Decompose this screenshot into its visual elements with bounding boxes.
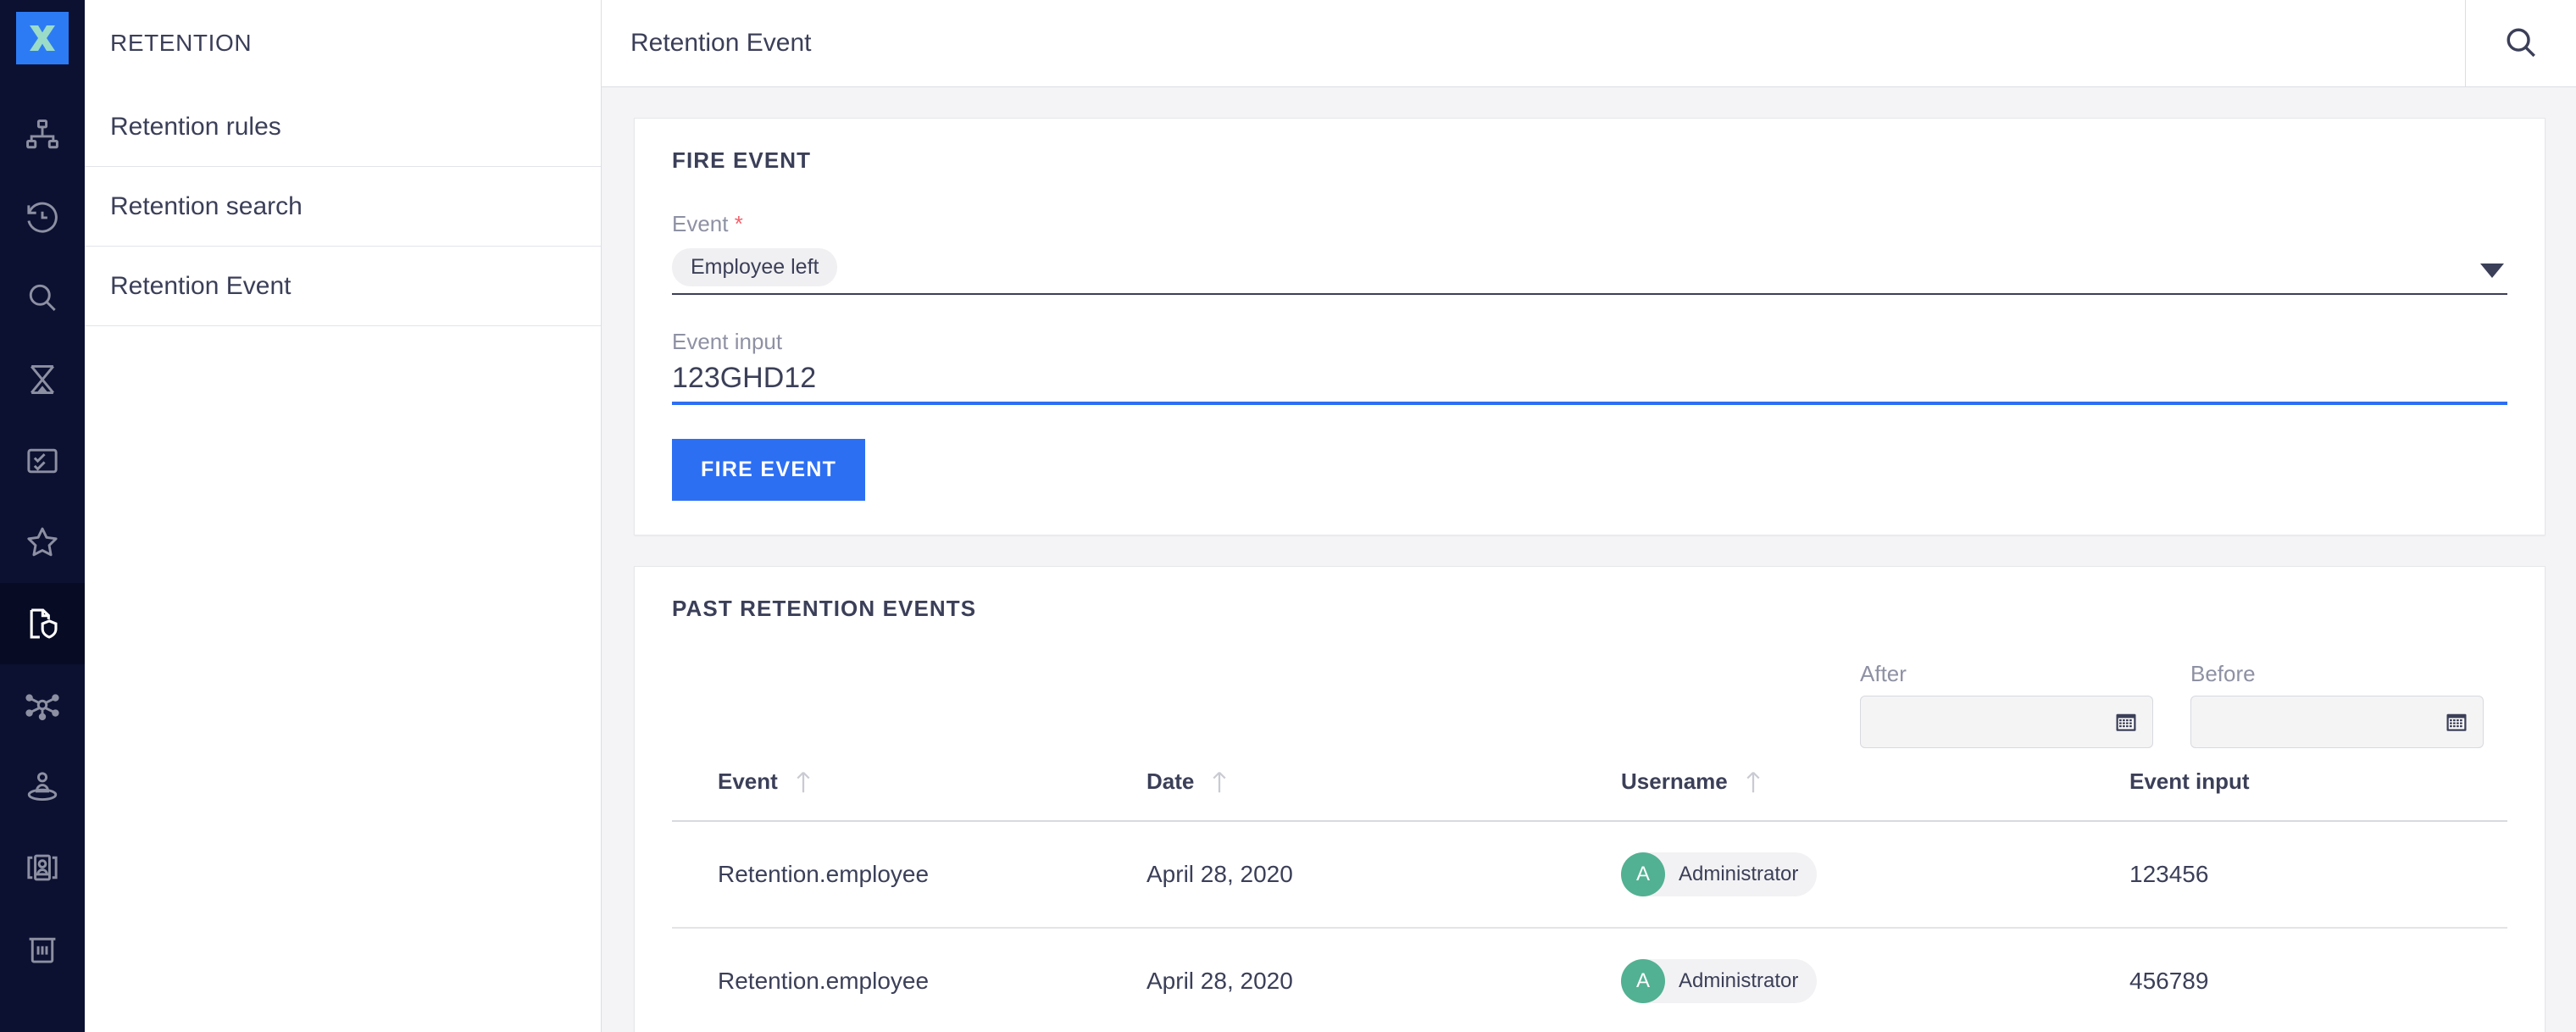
- before-date-input[interactable]: [2190, 696, 2484, 748]
- user-chip: A Administrator: [1621, 959, 1818, 1003]
- avatar: A: [1621, 959, 1665, 1003]
- username-label: Administrator: [1679, 969, 1799, 992]
- x-logo-icon: [30, 25, 55, 51]
- column-label: Date: [1146, 768, 1195, 794]
- trash-icon: [29, 937, 56, 963]
- table-body: Retention.employee April 28, 2020 A Admi…: [672, 821, 2507, 1032]
- history-clock-icon: [27, 202, 58, 233]
- event-input-field[interactable]: [672, 360, 2507, 405]
- cell-event-input: 456789: [2129, 928, 2507, 1032]
- subnav-title: RETENTION: [110, 30, 253, 56]
- rail-item-search[interactable]: [0, 258, 85, 339]
- date-filters: After Before: [672, 661, 2507, 748]
- sidebar-item-label: Retention Event: [110, 271, 291, 300]
- calendar-icon: [2446, 713, 2467, 731]
- fire-event-card: FIRE EVENT Event * Employee left Event i…: [634, 118, 2545, 535]
- rail-item-network[interactable]: [0, 664, 85, 746]
- rail-item-trash[interactable]: [0, 908, 85, 990]
- after-filter: After: [1860, 661, 2153, 748]
- document-shield-icon: [30, 608, 58, 639]
- rail-item-checklist[interactable]: [0, 420, 85, 502]
- cell-event: Retention.employee: [672, 821, 1146, 929]
- rail-item-hourglass[interactable]: [0, 339, 85, 420]
- column-header-event: Event: [672, 768, 1146, 822]
- sort-date[interactable]: Date: [1146, 768, 1230, 795]
- rail-item-org-chart[interactable]: [0, 95, 85, 176]
- sort-arrow-up-icon: [797, 771, 810, 792]
- top-bar: Retention Event: [602, 0, 2576, 87]
- cell-event-input: 123456: [2129, 821, 2507, 929]
- past-events-table: Event Date Username Event input Retentio…: [672, 768, 2507, 1032]
- rail-item-star[interactable]: [0, 502, 85, 583]
- sort-username[interactable]: Username: [1621, 768, 1763, 795]
- hourglass-icon: [31, 364, 54, 395]
- cell-date: April 28, 2020: [1146, 928, 1621, 1032]
- search-icon: [2507, 28, 2535, 58]
- fire-event-submit-button[interactable]: FIRE EVENT: [672, 439, 866, 501]
- app-root: RETENTION Retention rules Retention sear…: [0, 0, 2576, 1032]
- table-header: Event Date Username Event input: [672, 768, 2507, 822]
- x-logo[interactable]: [16, 12, 69, 64]
- sort-arrow-up-icon: [1213, 771, 1226, 792]
- org-chart-icon: [26, 119, 58, 149]
- event-selected-chip[interactable]: Employee left: [672, 248, 838, 286]
- column-label: Event input: [2129, 768, 2250, 794]
- cell-username: A Administrator: [1621, 928, 2129, 1032]
- username-label: Administrator: [1679, 863, 1799, 885]
- user-chip: A Administrator: [1621, 852, 1818, 896]
- column-label: Username: [1621, 768, 1728, 794]
- sort-event[interactable]: Event: [718, 768, 813, 795]
- calendar-icon: [2116, 713, 2136, 731]
- rail-item-document-shield[interactable]: [0, 583, 85, 664]
- after-date-input[interactable]: [1860, 696, 2153, 748]
- avatar: A: [1621, 852, 1665, 896]
- sort-arrow-up-icon: [1746, 771, 1760, 792]
- id-badge-icon: [27, 854, 58, 881]
- table-header-row: Event Date Username Event input: [672, 768, 2507, 822]
- column-header-event-input: Event input: [2129, 768, 2507, 822]
- sidebar-item-label: Retention search: [110, 191, 303, 220]
- main-area: Retention Event FIRE EVENT Event * Emplo…: [602, 0, 2576, 1032]
- network-nodes-icon: [25, 694, 59, 721]
- fire-event-card-title: FIRE EVENT: [672, 147, 812, 173]
- event-field-label: Event *: [672, 211, 2507, 237]
- star-icon: [27, 527, 58, 557]
- cell-date: April 28, 2020: [1146, 821, 1621, 929]
- table-row[interactable]: Retention.employee April 28, 2020 A Admi…: [672, 928, 2507, 1032]
- table-row[interactable]: Retention.employee April 28, 2020 A Admi…: [672, 821, 2507, 929]
- rail-item-history[interactable]: [0, 176, 85, 258]
- past-events-card-title: PAST RETENTION EVENTS: [672, 596, 977, 621]
- column-label: Event: [718, 768, 778, 794]
- rail-item-person-location[interactable]: [0, 746, 85, 827]
- past-retention-events-card: PAST RETENTION EVENTS After Before Event…: [634, 566, 2545, 1032]
- event-select[interactable]: Employee left: [672, 242, 2507, 295]
- cell-event: Retention.employee: [672, 928, 1146, 1032]
- content-scroll: FIRE EVENT Event * Employee left Event i…: [602, 87, 2576, 1032]
- sidebar-item-retention-rules[interactable]: Retention rules: [85, 87, 601, 167]
- column-header-username: Username: [1621, 768, 2129, 822]
- after-label: After: [1860, 661, 1907, 686]
- required-asterisk: *: [734, 211, 743, 236]
- chevron-down-icon: [2480, 264, 2504, 278]
- cell-username: A Administrator: [1621, 821, 2129, 929]
- sidebar-item-label: Retention rules: [110, 112, 281, 141]
- event-input-label: Event input: [672, 329, 783, 354]
- column-header-date: Date: [1146, 768, 1621, 822]
- before-filter: Before: [2190, 661, 2484, 748]
- search-icon: [29, 284, 56, 311]
- checklist-icon: [27, 448, 58, 474]
- person-location-icon: [27, 772, 58, 802]
- icon-rail: [0, 0, 85, 1032]
- retention-subnav: RETENTION Retention rules Retention sear…: [85, 0, 602, 1032]
- event-input-group: Event input: [672, 329, 2507, 405]
- sidebar-item-retention-event[interactable]: Retention Event: [85, 247, 601, 326]
- sidebar-item-retention-search[interactable]: Retention search: [85, 167, 601, 247]
- page-title: Retention Event: [630, 29, 812, 57]
- rail-item-id-badge[interactable]: [0, 827, 85, 908]
- before-label: Before: [2190, 661, 2256, 686]
- event-label-text: Event: [672, 211, 729, 236]
- global-search-button[interactable]: [2466, 0, 2576, 87]
